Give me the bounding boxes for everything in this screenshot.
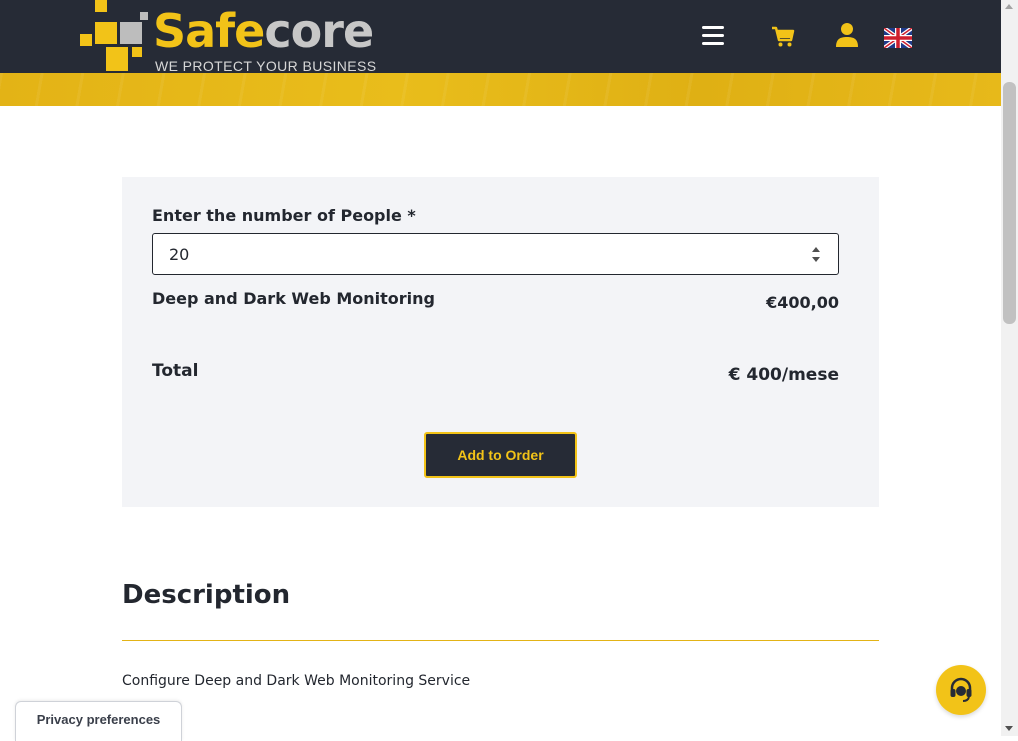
description-heading: Description [122, 580, 291, 610]
support-chat-button[interactable] [936, 665, 986, 715]
number-spinner[interactable] [812, 245, 820, 265]
logo-tagline: WE PROTECT YOUR BUSINESS [155, 58, 377, 74]
safecore-logo[interactable]: Safecore WE PROTECT YOUR BUSINESS [80, 0, 380, 74]
people-count-input[interactable]: 20 [152, 233, 839, 275]
site-header: Safecore WE PROTECT YOUR BUSINESS [0, 0, 1001, 74]
scroll-down-arrow-icon[interactable] [1005, 726, 1013, 731]
logo-mark-icon [80, 0, 150, 73]
headset-icon [950, 677, 972, 702]
scroll-up-arrow-icon[interactable] [1005, 4, 1013, 9]
spinner-up-icon[interactable] [812, 247, 820, 252]
user-icon[interactable] [835, 22, 859, 48]
people-count-label: Enter the number of People * [152, 206, 416, 225]
total-value: € 400/mese [728, 365, 839, 385]
order-config-panel: Enter the number of People * 20 Deep and… [122, 177, 879, 507]
header-accent-band [0, 73, 1001, 106]
page-scrollbar[interactable] [1001, 0, 1018, 736]
description-divider [122, 640, 879, 641]
total-label: Total [152, 361, 199, 381]
people-count-value[interactable]: 20 [169, 245, 189, 264]
service-price: €400,00 [766, 293, 839, 312]
service-name: Deep and Dark Web Monitoring [152, 289, 435, 308]
add-to-order-button[interactable]: Add to Order [424, 432, 577, 478]
spinner-down-icon[interactable] [812, 257, 820, 262]
privacy-preferences-button[interactable]: Privacy preferences [15, 701, 182, 741]
menu-icon[interactable] [702, 26, 724, 46]
cart-icon[interactable] [771, 26, 795, 48]
logo-wordmark: Safecore [153, 4, 374, 58]
uk-flag-icon[interactable] [882, 26, 914, 50]
description-text: Configure Deep and Dark Web Monitoring S… [122, 673, 471, 689]
scrollbar-thumb[interactable] [1003, 82, 1016, 324]
